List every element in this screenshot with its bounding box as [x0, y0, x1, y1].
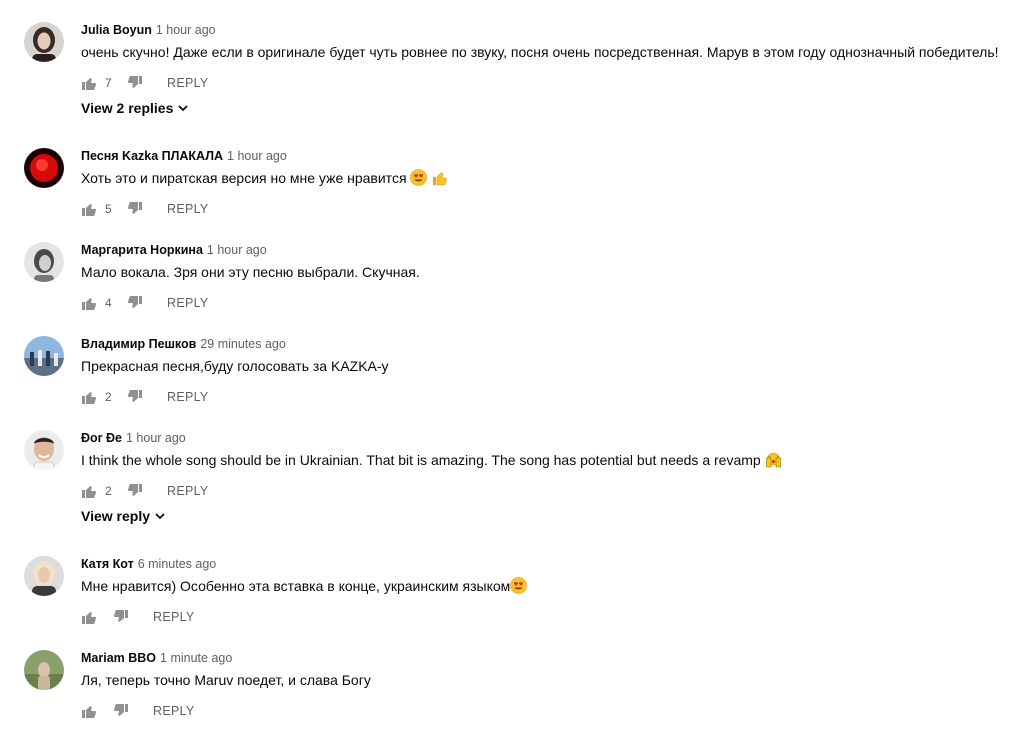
avatar[interactable] — [24, 650, 64, 690]
view-replies-button[interactable]: View reply — [81, 508, 167, 524]
reply-button[interactable]: REPLY — [153, 610, 195, 624]
like-count: 5 — [105, 202, 112, 216]
thumbs-up-icon[interactable] — [81, 295, 97, 311]
raised-hands-emoji-icon — [765, 451, 782, 468]
chevron-down-icon — [155, 513, 165, 520]
comment-text-content: I think the whole song should be in Ukra… — [81, 452, 761, 468]
comment-text: очень скучно! Даже если в оригинале буде… — [81, 44, 999, 60]
comment-actions: 5 REPLY — [81, 199, 209, 219]
author-name[interactable]: Владимир Пешков — [81, 337, 196, 351]
view-replies-label: View reply — [81, 508, 151, 524]
comment-time[interactable]: 1 hour ago — [126, 431, 186, 445]
comment-text: Мне нравится) Особенно эта вставка в кон… — [81, 576, 528, 596]
thumbs-up-icon[interactable] — [81, 201, 97, 217]
comment-text-content: Мне нравится) Особенно эта вставка в кон… — [81, 578, 511, 594]
comment-actions: 2 REPLY — [81, 481, 209, 501]
reply-button[interactable]: REPLY — [167, 390, 209, 404]
thumbs-up-icon[interactable] — [81, 389, 97, 405]
avatar[interactable] — [24, 336, 64, 376]
author-name[interactable]: Катя Кот — [81, 557, 134, 571]
comment-header: Песня Kazka ПЛАКАЛА 1 hour ago — [81, 148, 287, 164]
comment-text: Прекрасная песня,буду голосовать за KAZK… — [81, 358, 389, 374]
comment-actions: 2 REPLY — [81, 387, 209, 407]
thumbs-up-icon[interactable] — [81, 609, 97, 625]
reply-button[interactable]: REPLY — [153, 704, 195, 718]
comment-time[interactable]: 6 minutes ago — [138, 557, 217, 571]
comment-header: Катя Кот 6 minutes ago — [81, 556, 216, 572]
author-name[interactable]: Песня Kazka ПЛАКАЛА — [81, 149, 223, 163]
comment-header: Владимир Пешков 29 minutes ago — [81, 336, 286, 352]
reply-button[interactable]: REPLY — [167, 484, 209, 498]
reply-button[interactable]: REPLY — [167, 296, 209, 310]
avatar[interactable] — [24, 242, 64, 282]
comment-header: Mariam BBO 1 minute ago — [81, 650, 232, 666]
thumbs-down-icon[interactable] — [127, 295, 143, 311]
thumbs-down-icon[interactable] — [113, 703, 129, 719]
comment-actions: REPLY — [81, 701, 195, 721]
comment-time[interactable]: 29 minutes ago — [200, 337, 285, 351]
like-count: 2 — [105, 390, 112, 404]
like-count: 2 — [105, 484, 112, 498]
comment-text: Хоть это и пиратская версия но мне уже н… — [81, 168, 448, 188]
chevron-down-icon — [178, 105, 188, 112]
comment-header: Julia Boyun 1 hour ago — [81, 22, 216, 38]
comment-text-content: Хоть это и пиратская версия но мне уже н… — [81, 170, 407, 186]
thumbs-down-icon[interactable] — [113, 609, 129, 625]
comment-time[interactable]: 1 minute ago — [160, 651, 232, 665]
comment-actions: 4 REPLY — [81, 293, 209, 313]
heart-eyes-emoji-icon — [510, 577, 528, 594]
reply-button[interactable]: REPLY — [167, 202, 209, 216]
avatar[interactable] — [24, 148, 64, 188]
comment-text: I think the whole song should be in Ukra… — [81, 450, 782, 470]
thumbs-up-icon[interactable] — [81, 703, 97, 719]
avatar[interactable] — [24, 430, 64, 470]
comment-time[interactable]: 1 hour ago — [227, 149, 287, 163]
thumbs-down-icon[interactable] — [127, 483, 143, 499]
thumbs-down-icon[interactable] — [127, 201, 143, 217]
avatar[interactable] — [24, 556, 64, 596]
thumbs-up-icon[interactable] — [81, 75, 97, 91]
author-name[interactable]: Маргарита Норкина — [81, 243, 203, 257]
view-replies-button[interactable]: View 2 replies — [81, 100, 190, 116]
avatar[interactable] — [24, 22, 64, 62]
comment-actions: REPLY — [81, 607, 195, 627]
reply-button[interactable]: REPLY — [167, 76, 209, 90]
thumbs-down-icon[interactable] — [127, 389, 143, 405]
comment-text: Мало вокала. Зря они эту песню выбрали. … — [81, 264, 420, 280]
thumbs-up-icon[interactable] — [81, 483, 97, 499]
author-name[interactable]: Đor Đe — [81, 431, 122, 445]
author-name[interactable]: Julia Boyun — [81, 23, 152, 37]
comment-header: Đor Đe 1 hour ago — [81, 430, 186, 446]
comment-time[interactable]: 1 hour ago — [156, 23, 216, 37]
like-count: 4 — [105, 296, 112, 310]
like-count: 7 — [105, 76, 112, 90]
thumbs-down-icon[interactable] — [127, 75, 143, 91]
comment-header: Маргарита Норкина 1 hour ago — [81, 242, 267, 258]
thumbs-up-emoji-icon — [431, 169, 448, 186]
heart-eyes-emoji-icon — [410, 169, 428, 186]
comment-text: Ля, теперь точно Maruv поедет, и слава Б… — [81, 672, 371, 688]
comment-time[interactable]: 1 hour ago — [207, 243, 267, 257]
author-name[interactable]: Mariam BBO — [81, 651, 156, 665]
comment-actions: 7 REPLY — [81, 73, 209, 93]
view-replies-label: View 2 replies — [81, 100, 174, 116]
